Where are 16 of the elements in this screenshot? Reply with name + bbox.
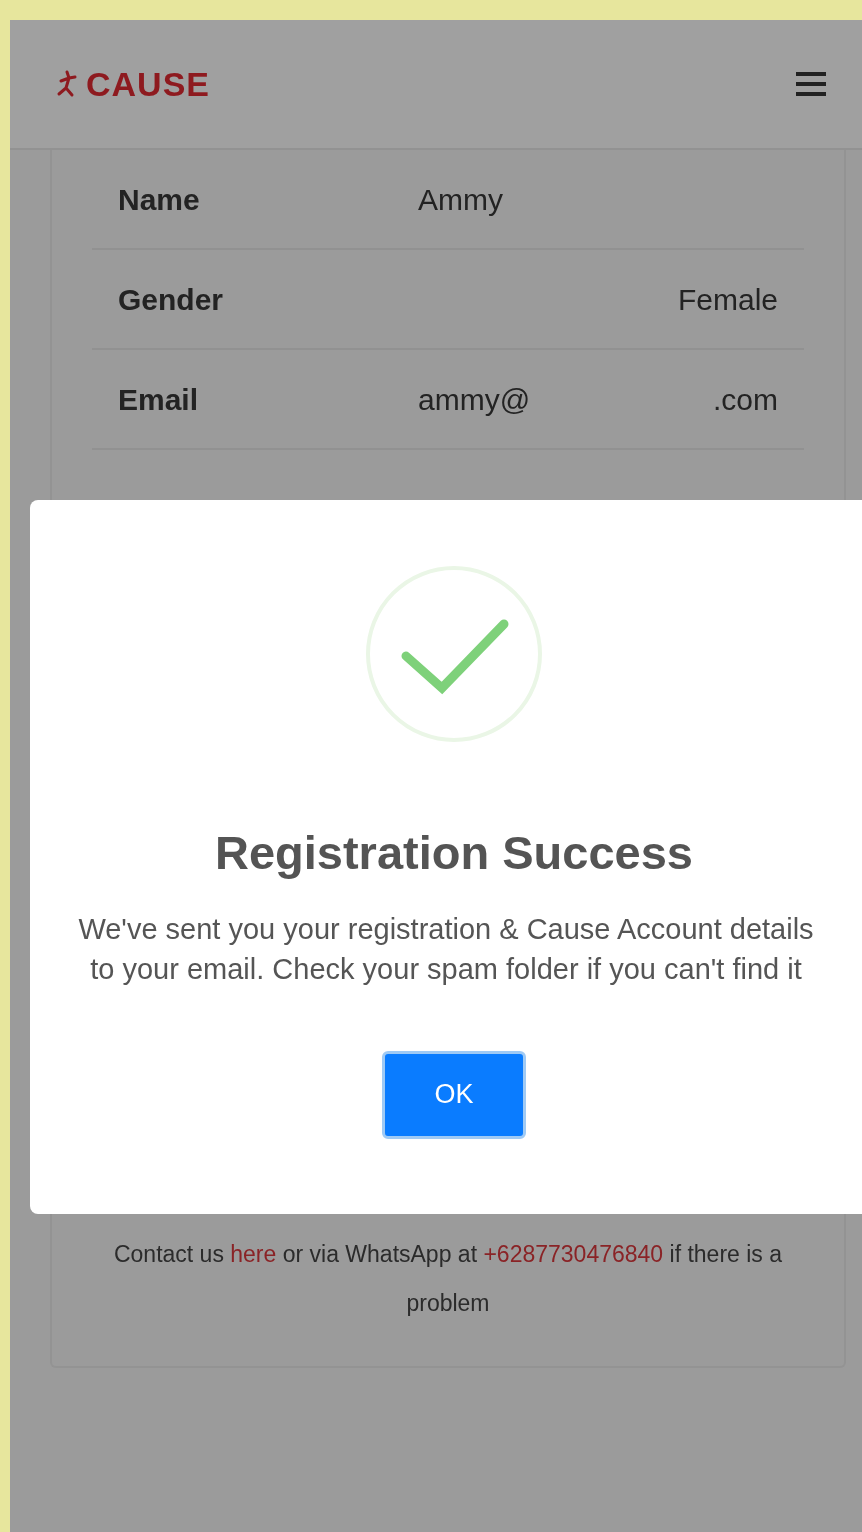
field-label: Gender bbox=[118, 281, 225, 318]
field-value: Female bbox=[677, 281, 778, 318]
menu-icon[interactable] bbox=[796, 70, 826, 98]
dialog-message: We've sent you your registration & Cause Account details to your email. Check your spam folder if you can't find it bbox=[77, 911, 815, 987]
contact-link[interactable]: here bbox=[230, 1241, 277, 1267]
field-value: ammy@ bbox=[418, 381, 531, 418]
ok-button[interactable]: OK bbox=[382, 1050, 526, 1139]
contact-text: Contact us here or via WhatsApp at +6287730476840 if there is a problem bbox=[112, 1240, 784, 1318]
check-icon bbox=[364, 564, 544, 744]
field-label: Name bbox=[118, 181, 201, 218]
field-value: .com bbox=[713, 381, 778, 418]
phone-link[interactable]: +6287730476840 bbox=[483, 1241, 664, 1267]
logo-text[interactable]: CAUSE bbox=[86, 58, 211, 110]
dialog-title: Registration Success bbox=[215, 825, 693, 881]
field-label: Email bbox=[118, 381, 200, 418]
field-value: Ammy bbox=[418, 181, 503, 218]
